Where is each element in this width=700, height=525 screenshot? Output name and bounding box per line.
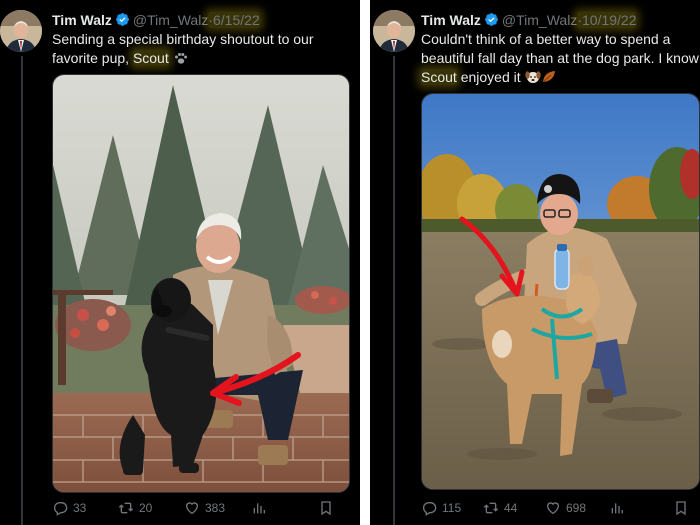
reply-count: 115: [442, 501, 462, 515]
tweet-header: Tim Walz @Tim_Walz·10/19/22: [421, 11, 637, 29]
bookmark-icon: [321, 501, 331, 516]
fallen-leaf-icon: [542, 71, 555, 83]
tweet-text-line: Sending a special birthday shoutout to o…: [52, 31, 314, 47]
tweet-photo[interactable]: [421, 93, 700, 490]
reply-icon: [53, 502, 68, 516]
repost-icon: [118, 502, 134, 514]
tweet-date[interactable]: 6/15/22: [213, 12, 260, 28]
tweet-text: Couldn't think of a better way to spend …: [421, 30, 699, 87]
bookmark-icon: [676, 501, 686, 516]
tweet-photo[interactable]: [52, 74, 350, 493]
like-button[interactable]: 698: [545, 500, 586, 516]
tweet-text-line: beautiful fall day than at the dog park.…: [421, 50, 699, 66]
repost-button[interactable]: 20: [118, 500, 152, 516]
avatar[interactable]: [0, 10, 42, 52]
views-chart-icon: [611, 503, 623, 514]
bookmark-button[interactable]: [318, 500, 334, 516]
reply-button[interactable]: 33: [52, 500, 86, 516]
verified-badge-icon: [116, 13, 129, 26]
highlighted-word: Scout: [421, 69, 457, 85]
author-handle[interactable]: @Tim_Walz: [502, 12, 577, 28]
repost-icon: [483, 502, 499, 514]
tweet-text-line: favorite pup,: [52, 50, 133, 66]
tweet-text-line: Couldn't think of a better way to spend …: [421, 31, 671, 47]
author-handle[interactable]: @Tim_Walz: [133, 12, 208, 28]
author-name[interactable]: Tim Walz: [421, 12, 481, 28]
tweet-header: Tim Walz @Tim_Walz·6/15/22: [52, 11, 260, 29]
paw-prints-icon: [174, 53, 187, 64]
tweet-date[interactable]: 10/19/22: [582, 12, 637, 28]
reply-button[interactable]: 115: [421, 500, 461, 516]
repost-count: 20: [139, 501, 153, 515]
reply-count: 33: [73, 501, 87, 515]
avatar[interactable]: [373, 10, 415, 52]
reply-icon: [422, 502, 437, 516]
tweet-card-1[interactable]: Tim Walz @Tim_Walz·6/15/22 Sending a spec…: [0, 0, 360, 525]
views-button[interactable]: [609, 500, 625, 516]
like-count: 383: [205, 501, 226, 515]
views-button[interactable]: [251, 500, 267, 516]
heart-icon: [546, 502, 560, 515]
highlighted-word: Scout: [132, 50, 169, 66]
dog-face-icon: [524, 71, 541, 83]
tweet-text: Sending a special birthday shoutout to o…: [52, 30, 314, 68]
image-divider: [360, 0, 370, 525]
tweet-text-line: enjoyed it: [456, 69, 525, 85]
author-name[interactable]: Tim Walz: [52, 12, 112, 28]
repost-button[interactable]: 44: [483, 500, 517, 516]
repost-count: 44: [504, 501, 518, 515]
views-chart-icon: [253, 503, 265, 514]
like-button[interactable]: 383: [184, 500, 225, 516]
heart-icon: [185, 502, 199, 515]
bookmark-button[interactable]: [673, 500, 689, 516]
verified-badge-icon: [485, 13, 498, 26]
photo-walz-with-dog-at-park: [422, 94, 699, 489]
like-count: 698: [566, 501, 587, 515]
photo-walz-with-black-dog: [53, 75, 349, 492]
thread-line: [393, 56, 395, 525]
thread-line: [21, 56, 23, 525]
